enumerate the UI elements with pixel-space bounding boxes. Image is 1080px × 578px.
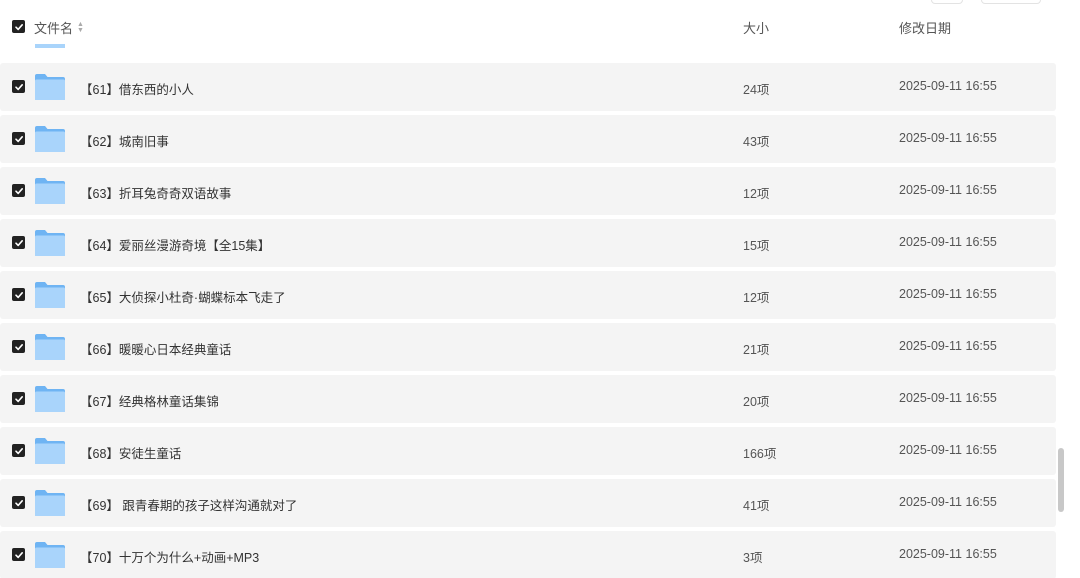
modified-date: 2025-09-11 16:55 [899, 391, 997, 405]
list-item[interactable]: 【63】折耳兔奇奇双语故事 12项 2025-09-11 16:55 [0, 167, 1056, 215]
list-item[interactable]: 【62】城南旧事 43项 2025-09-11 16:55 [0, 115, 1056, 163]
row-checkbox[interactable] [12, 236, 25, 249]
file-size: 12项 [743, 187, 770, 201]
size-column-header[interactable]: 大小 [743, 18, 769, 37]
row-checkbox[interactable] [12, 444, 25, 457]
modified-date: 2025-09-11 16:55 [899, 79, 997, 93]
file-name[interactable]: 【61】借东西的小人 [80, 79, 194, 98]
checkbox-checked-icon [14, 447, 23, 454]
row-checkbox[interactable] [12, 132, 25, 145]
select-all-checkbox[interactable] [12, 20, 25, 33]
file-name[interactable]: 【64】爱丽丝漫游奇境【全15集】 [80, 235, 270, 254]
name-column-header: 文件名 [34, 21, 74, 36]
file-size: 43项 [743, 135, 770, 149]
list-item[interactable]: 【69】 跟青春期的孩子这样沟通就对了 41项 2025-09-11 16:55 [0, 479, 1056, 527]
checkbox-checked-icon [14, 395, 23, 402]
folder-icon [35, 386, 65, 412]
checkbox-checked-icon [14, 135, 23, 142]
file-list: 【61】借东西的小人 24项 2025-09-11 16:55 【62】城南旧事… [0, 0, 1056, 578]
checkbox-checked-icon [14, 23, 23, 30]
list-item[interactable]: 【67】经典格林童话集锦 20项 2025-09-11 16:55 [0, 375, 1056, 423]
folder-icon [35, 542, 65, 568]
modified-date: 2025-09-11 16:55 [899, 339, 997, 353]
sort-icon[interactable]: ▲ ▼ [77, 21, 84, 34]
file-size: 21项 [743, 343, 770, 357]
modified-date: 2025-09-11 16:55 [899, 287, 997, 301]
checkbox-checked-icon [14, 551, 23, 558]
sort-by-name[interactable]: 文件名 ▲ ▼ [34, 18, 84, 37]
scrollbar-thumb[interactable] [1058, 448, 1064, 512]
file-name[interactable]: 【65】大侦探小杜奇·蝴蝶标本飞走了 [80, 287, 286, 306]
checkbox-checked-icon [14, 239, 23, 246]
file-name[interactable]: 【70】十万个为什么+动画+MP3 [80, 547, 259, 566]
folder-icon [35, 178, 65, 204]
folder-icon [35, 282, 65, 308]
file-size: 20项 [743, 395, 770, 409]
folder-icon [35, 74, 65, 100]
file-list-page: 【61】借东西的小人 24项 2025-09-11 16:55 【62】城南旧事… [0, 0, 1080, 578]
row-checkbox[interactable] [12, 392, 25, 405]
checkbox-checked-icon [14, 499, 23, 506]
file-name[interactable]: 【62】城南旧事 [80, 131, 169, 150]
folder-icon [35, 438, 65, 464]
folder-icon [35, 334, 65, 360]
row-checkbox[interactable] [12, 548, 25, 561]
file-size: 166项 [743, 447, 777, 461]
file-size: 41项 [743, 499, 770, 513]
checkbox-checked-icon [14, 291, 23, 298]
file-size: 3项 [743, 551, 763, 565]
checkbox-checked-icon [14, 83, 23, 90]
list-item[interactable]: 【65】大侦探小杜奇·蝴蝶标本飞走了 12项 2025-09-11 16:55 [0, 271, 1056, 319]
row-checkbox[interactable] [12, 184, 25, 197]
folder-icon [35, 126, 65, 152]
file-name[interactable]: 【66】暖暖心日本经典童话 [80, 339, 231, 358]
list-item[interactable]: 【66】暖暖心日本经典童话 21项 2025-09-11 16:55 [0, 323, 1056, 371]
date-column-header[interactable]: 修改日期 [899, 18, 951, 37]
folder-icon [35, 490, 65, 516]
checkbox-checked-icon [14, 343, 23, 350]
checkbox-checked-icon [14, 187, 23, 194]
list-header: 文件名 ▲ ▼ 大小 修改日期 [0, 10, 1056, 44]
file-size: 15项 [743, 239, 770, 253]
file-size: 12项 [743, 291, 770, 305]
file-name[interactable]: 【68】安徒生童话 [80, 443, 181, 462]
row-checkbox[interactable] [12, 288, 25, 301]
row-checkbox[interactable] [12, 340, 25, 353]
file-name[interactable]: 【69】 跟青春期的孩子这样沟通就对了 [80, 495, 297, 514]
file-name[interactable]: 【63】折耳兔奇奇双语故事 [80, 183, 231, 202]
modified-date: 2025-09-11 16:55 [899, 495, 997, 509]
modified-date: 2025-09-11 16:55 [899, 547, 997, 561]
folder-icon [35, 230, 65, 256]
row-checkbox[interactable] [12, 80, 25, 93]
row-checkbox[interactable] [12, 496, 25, 509]
modified-date: 2025-09-11 16:55 [899, 235, 997, 249]
list-item[interactable]: 【64】爱丽丝漫游奇境【全15集】 15项 2025-09-11 16:55 [0, 219, 1056, 267]
list-item[interactable]: 【61】借东西的小人 24项 2025-09-11 16:55 [0, 63, 1056, 111]
modified-date: 2025-09-11 16:55 [899, 183, 997, 197]
list-item[interactable]: 【70】十万个为什么+动画+MP3 3项 2025-09-11 16:55 [0, 531, 1056, 578]
file-name[interactable]: 【67】经典格林童话集锦 [80, 391, 219, 410]
list-item[interactable]: 【68】安徒生童话 166项 2025-09-11 16:55 [0, 427, 1056, 475]
modified-date: 2025-09-11 16:55 [899, 443, 997, 457]
file-size: 24项 [743, 83, 770, 97]
modified-date: 2025-09-11 16:55 [899, 131, 997, 145]
